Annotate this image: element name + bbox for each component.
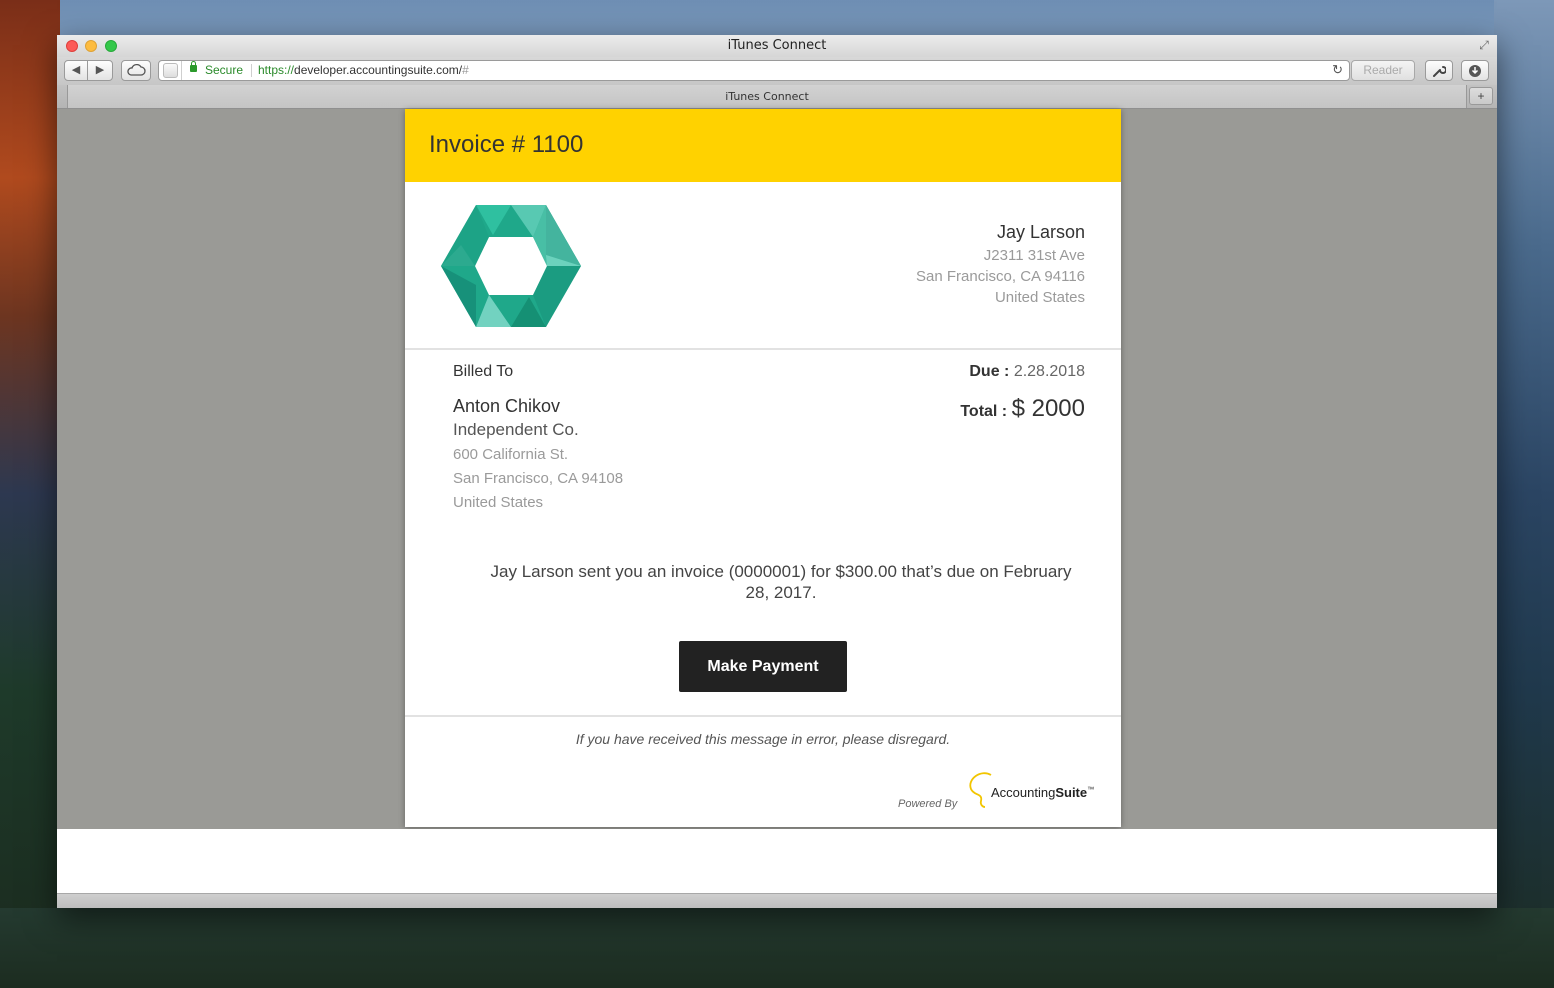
section-divider: [405, 348, 1121, 350]
back-arrow-icon: ◀: [71, 64, 81, 76]
due-date: Due : 2.28.2018: [969, 363, 1085, 381]
billed-to-address: 600 California St.: [453, 446, 569, 463]
secure-label: Secure: [205, 63, 244, 77]
sender-country: United States: [994, 289, 1085, 306]
status-bar: [57, 893, 1497, 908]
reload-icon[interactable]: ↻: [1332, 62, 1343, 78]
address-divider: [181, 61, 182, 80]
plus-icon: +: [1477, 89, 1485, 103]
window-title: iTunes Connect: [727, 38, 827, 53]
fullscreen-icon[interactable]: ⤢: [1477, 38, 1491, 52]
reader-button[interactable]: Reader: [1351, 60, 1415, 81]
due-label: Due :: [969, 363, 1010, 380]
address-bar[interactable]: Secure https://developer.accountingsuite…: [158, 60, 1350, 81]
accountingsuite-brand[interactable]: AccountingSuite™: [991, 785, 1094, 800]
url-hash: #: [462, 63, 469, 77]
sender-city: San Francisco, CA 94116: [916, 268, 1085, 285]
brand-suffix: Suite: [1055, 785, 1088, 800]
url-scheme: https://: [258, 63, 295, 77]
billed-to-name: Anton Chikov: [453, 396, 561, 416]
tab-itunes-connect[interactable]: iTunes Connect: [67, 85, 1467, 108]
due-value: 2.28.2018: [1013, 363, 1085, 380]
page-viewport: Invoice # 1100 Jay Larson J2311 31st Ave…: [57, 109, 1497, 829]
icloud-tabs-button[interactable]: [121, 60, 151, 81]
lock-icon: [190, 61, 197, 72]
page-below-area: [57, 829, 1497, 893]
browser-toolbar: ◀ ▶ Secure https://developer.accountings…: [57, 57, 1497, 85]
make-payment-button[interactable]: Make Payment: [679, 641, 847, 692]
brand-trademark: ™: [1087, 786, 1095, 794]
site-favicon-icon: [163, 63, 178, 78]
new-tab-button[interactable]: +: [1469, 87, 1493, 105]
billed-to-label: Billed To: [453, 363, 514, 380]
browser-window: iTunes Connect ⤢ ◀ ▶ Secure https://deve…: [57, 35, 1497, 908]
url-text[interactable]: https://developer.accountingsuite.com/#: [258, 63, 469, 77]
billed-to-company: Independent Co.: [453, 420, 579, 439]
address-divider: [251, 64, 252, 77]
error-disclaimer: If you have received this message in err…: [575, 731, 951, 747]
sender-name: Jay Larson: [996, 222, 1085, 242]
forward-button[interactable]: ▶: [87, 60, 113, 81]
download-icon: [1469, 65, 1481, 77]
billed-to-country: United States: [453, 494, 544, 511]
footer-divider: [405, 715, 1121, 717]
total-value: $ 2000: [1011, 395, 1085, 422]
total-label: Total :: [960, 403, 1008, 420]
total-amount: Total : $ 2000: [960, 395, 1085, 423]
url-host: developer.accountingsuite.com/: [294, 63, 463, 77]
billed-to-city: San Francisco, CA 94108: [453, 470, 624, 487]
desktop-wallpaper-bottom: [0, 908, 1554, 988]
title-bar: iTunes Connect ⤢: [57, 35, 1497, 57]
invoice-title: Invoice # 1100: [429, 131, 584, 158]
invoice-message: Jay Larson sent you an invoice (0000001)…: [490, 562, 1072, 602]
desktop-wallpaper-right: [1494, 0, 1554, 988]
cloud-icon: [127, 63, 146, 76]
brand-prefix: Accounting: [991, 785, 1056, 800]
company-logo-icon: [441, 205, 581, 327]
back-button[interactable]: ◀: [64, 60, 88, 81]
invoice-card: Invoice # 1100 Jay Larson J2311 31st Ave…: [405, 109, 1121, 827]
invoice-header: Invoice # 1100: [405, 109, 1121, 182]
desktop-wallpaper-left: [0, 0, 60, 988]
downloads-button[interactable]: [1461, 60, 1489, 81]
powered-by-label: Powered By: [898, 798, 958, 810]
tab-bar: iTunes Connect +: [57, 85, 1497, 109]
wrench-icon: [1433, 66, 1447, 77]
sender-address: J2311 31st Ave: [983, 247, 1085, 264]
forward-arrow-icon: ▶: [95, 64, 105, 76]
settings-button[interactable]: [1425, 60, 1453, 81]
